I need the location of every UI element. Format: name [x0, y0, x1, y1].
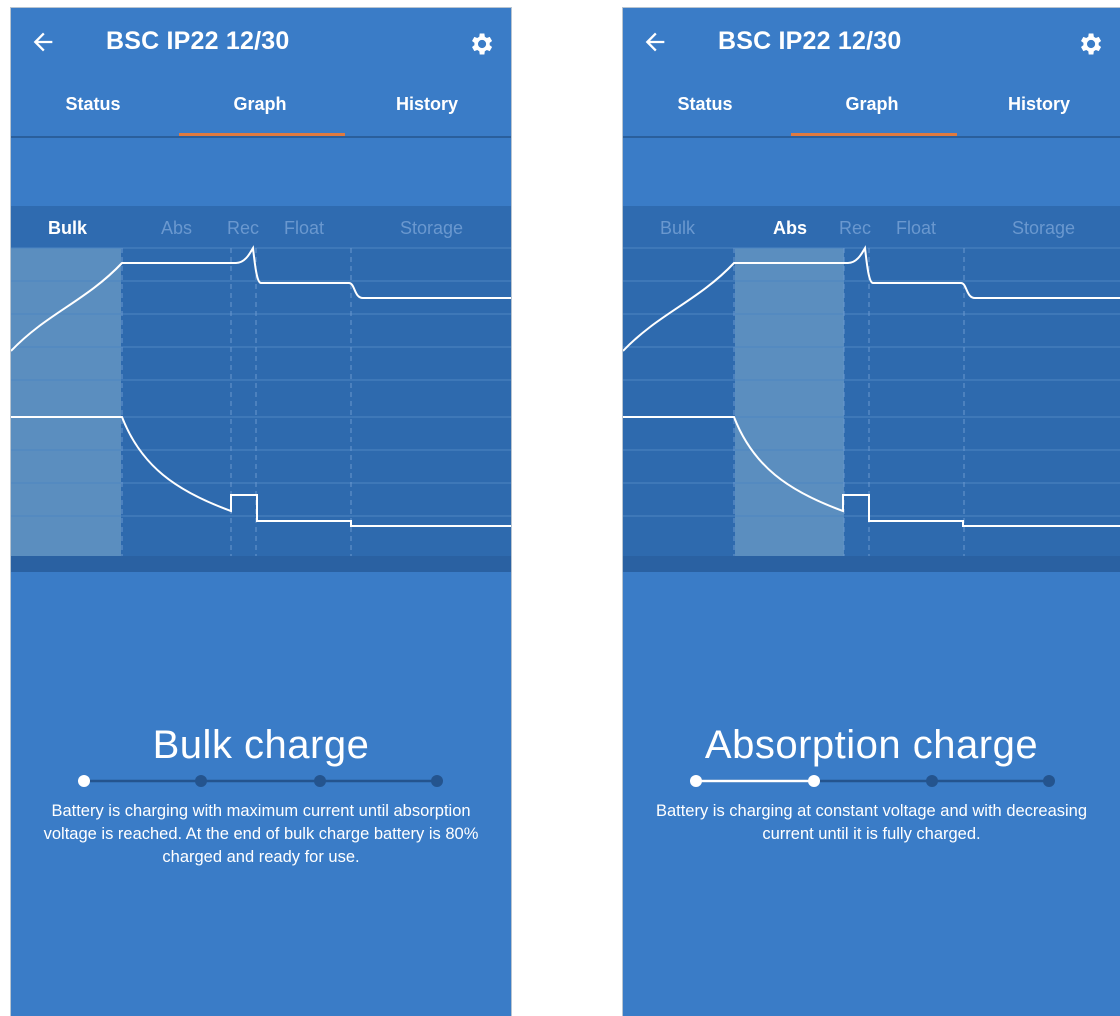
charge-graph [623, 206, 1120, 572]
charge-stage-title: Absorption charge [704, 723, 1039, 767]
charge-curve-svg [623, 206, 1120, 572]
charge-curve-svg [11, 206, 511, 572]
stage-progress-indicator [78, 775, 443, 787]
charge-stage-title: Bulk charge [152, 723, 370, 767]
gear-icon[interactable] [1076, 30, 1104, 58]
graph-top-band [11, 138, 511, 206]
tab-graph[interactable]: Graph [180, 94, 340, 115]
tab-status[interactable]: Status [625, 94, 785, 115]
phone-screen-bulk: BSC IP22 12/30 Status Graph History Bulk… [10, 7, 512, 1016]
back-arrow-icon[interactable] [29, 28, 57, 56]
tab-history[interactable]: History [347, 94, 507, 115]
stage-label-bulk: Bulk [660, 218, 696, 238]
stage-progress-indicator [690, 775, 1055, 787]
app-bar: BSC IP22 12/30 Status Graph History [623, 8, 1120, 138]
page-title: BSC IP22 12/30 [106, 27, 290, 55]
charge-stage-description: Battery is charging at constant voltage … [655, 802, 1088, 843]
back-arrow-icon[interactable] [641, 28, 669, 56]
stage-label-float: Float [896, 218, 937, 238]
charge-stage-description: Battery is charging with maximum current… [43, 802, 479, 866]
stage-label-abs: Abs [773, 218, 808, 238]
tab-graph[interactable]: Graph [792, 94, 952, 115]
phone-screen-absorption: BSC IP22 12/30 Status Graph History Bulk… [622, 7, 1120, 1016]
stage-label-rec: Rec [839, 218, 872, 238]
gear-icon[interactable] [467, 30, 495, 58]
app-bar: BSC IP22 12/30 Status Graph History [11, 8, 511, 138]
stage-label-bulk: Bulk [48, 218, 88, 238]
page-title: BSC IP22 12/30 [718, 27, 902, 55]
stage-label-abs: Abs [161, 218, 193, 238]
stage-label-float: Float [284, 218, 325, 238]
graph-top-band [623, 138, 1120, 206]
tab-status[interactable]: Status [13, 94, 173, 115]
charge-graph [11, 206, 511, 572]
stage-label-storage: Storage [1012, 218, 1076, 238]
stage-label-storage: Storage [400, 218, 464, 238]
stage-label-rec: Rec [227, 218, 260, 238]
tab-history[interactable]: History [959, 94, 1119, 115]
